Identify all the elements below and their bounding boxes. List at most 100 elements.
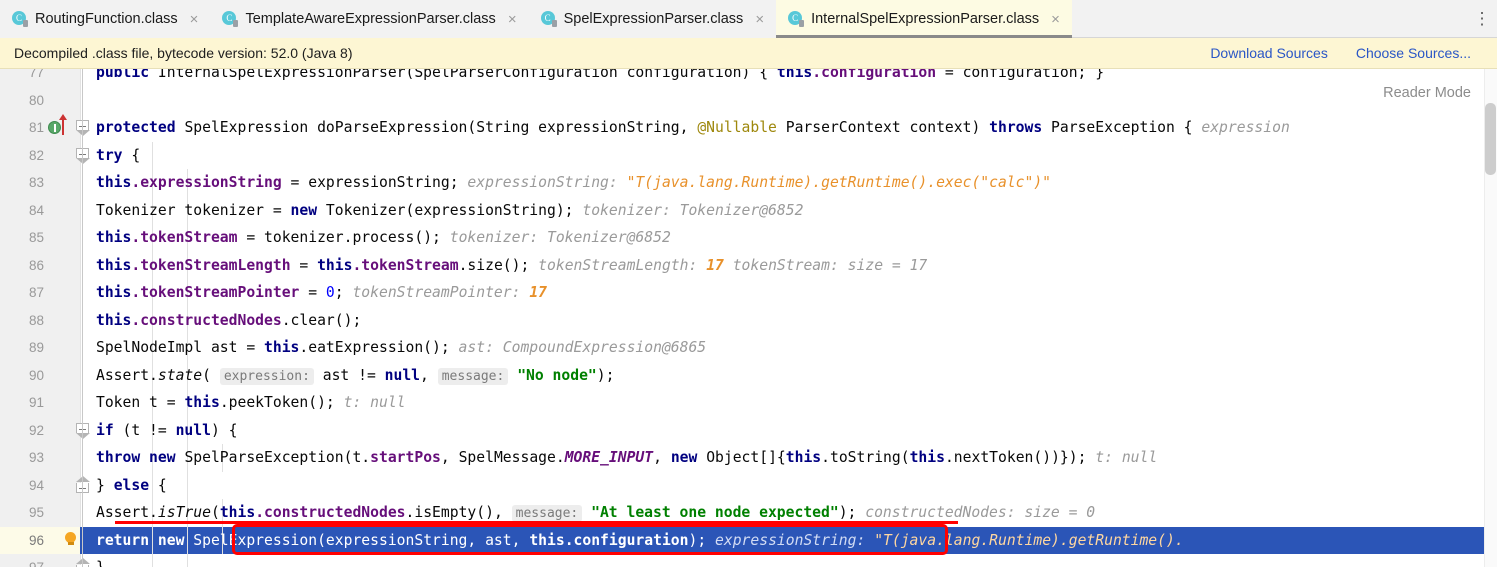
code-line[interactable]: 91 Token t = this.peekToken(); t: null (0, 389, 1497, 417)
line-number: 89 (28, 340, 44, 355)
gutter-marks[interactable] (46, 417, 80, 445)
intention-bulb-icon[interactable] (64, 531, 77, 545)
close-icon[interactable]: × (753, 12, 766, 27)
code-text[interactable]: this.expressionString = expressionString… (96, 169, 1051, 197)
code-line[interactable]: 92 if (t != null) { (0, 416, 1497, 445)
gutter-marks[interactable] (46, 554, 80, 567)
line-number: 90 (28, 367, 44, 383)
gutter-marks[interactable] (46, 362, 80, 390)
code-line[interactable]: 81 protected SpelExpression doParseExpre… (0, 114, 1497, 142)
code-text[interactable]: Assert.state( expression: ast != null, m… (96, 362, 614, 391)
code-token: tokenizer: Tokenizer@6852 (573, 201, 804, 219)
code-token: "No node" (517, 366, 597, 384)
tab-routing-function[interactable]: C RoutingFunction.class × (0, 0, 211, 38)
fold-region-line (82, 471, 83, 499)
code-line[interactable]: 94 } else { (0, 471, 1497, 500)
code-token: .size(); (458, 256, 530, 274)
choose-sources-link[interactable]: Choose Sources... (1356, 45, 1471, 61)
close-icon[interactable]: × (506, 12, 519, 27)
reader-mode-label[interactable]: Reader Mode (1383, 85, 1471, 101)
code-editor[interactable]: 77 public InternalSpelExpressionParser(Sp… (0, 69, 1497, 567)
tab-label: SpelExpressionParser.class (563, 11, 744, 27)
gutter-marks[interactable] (46, 499, 80, 527)
code-line[interactable]: 96 return new SpelExpression(expressionS… (0, 526, 1497, 555)
code-token: tokenStreamLength: (529, 256, 707, 274)
editor-scrollbar-thumb[interactable] (1485, 103, 1496, 175)
code-token: = expressionString; (281, 174, 459, 191)
code-line[interactable]: 90 Assert.state( expression: ast != null… (0, 361, 1497, 391)
code-token: this (96, 256, 132, 274)
fold-region-line (82, 554, 83, 567)
gutter-marks[interactable] (46, 389, 80, 417)
execution-point-icon[interactable] (48, 121, 61, 134)
code-line[interactable]: 80 (0, 86, 1497, 115)
close-icon[interactable]: × (188, 12, 201, 27)
gutter-marks[interactable] (46, 224, 80, 252)
code-token: this (219, 504, 256, 521)
editor-scrollbar-track[interactable] (1484, 69, 1497, 567)
code-text[interactable]: protected SpelExpression doParseExpressi… (96, 114, 1290, 142)
fold-region-line (82, 526, 83, 554)
code-text[interactable]: return new SpelExpression(expressionStri… (96, 527, 1184, 555)
gutter-marks[interactable] (46, 527, 80, 555)
gutter-marks[interactable] (46, 252, 80, 280)
gutter-marks[interactable] (46, 114, 80, 142)
java-class-icon: C (540, 11, 557, 27)
gutter-marks[interactable] (46, 472, 80, 500)
tab-template-aware-expression-parser[interactable]: C TemplateAwareExpressionParser.class × (210, 0, 529, 38)
code-line[interactable]: 85 this.tokenStream = tokenizer.process(… (0, 224, 1497, 252)
code-text[interactable]: Tokenizer tokenizer = new Tokenizer(expr… (96, 197, 803, 225)
code-line[interactable]: 88 this.constructedNodes.clear(); (0, 306, 1497, 335)
code-token: expression (1192, 119, 1290, 136)
code-text[interactable]: this.tokenStream = tokenizer.process(); … (96, 224, 671, 252)
download-sources-link[interactable]: Download Sources (1210, 45, 1328, 61)
code-line[interactable]: 87 this.tokenStreamPointer = 0; tokenStr… (0, 279, 1497, 307)
tab-internal-spel-expression-parser[interactable]: C InternalSpelExpressionParser.class × (776, 0, 1072, 38)
code-text[interactable]: } else { (96, 472, 167, 500)
code-text[interactable]: this.constructedNodes.clear(); (96, 307, 361, 335)
code-token: tokenStream: size = 17 (723, 256, 928, 274)
code-line[interactable]: 83 this.expressionString = expressionStr… (0, 169, 1497, 197)
code-line[interactable]: 86 this.tokenStreamLength = this.tokenSt… (0, 251, 1497, 280)
code-line[interactable]: 82 try { (0, 141, 1497, 170)
code-line[interactable]: 77 public InternalSpelExpressionParser(Sp… (0, 69, 1497, 87)
gutter-marks[interactable] (46, 444, 80, 472)
code-token: expressionString: (706, 531, 875, 549)
gutter-marks[interactable] (46, 87, 80, 115)
gutter-marks[interactable] (46, 197, 80, 225)
code-token: .configuration (564, 531, 689, 549)
code-token: ast != (313, 366, 385, 384)
gutter-marks[interactable] (46, 334, 80, 362)
gutter-marks[interactable] (46, 307, 80, 335)
code-text[interactable]: public InternalSpelExpressionParser(Spel… (96, 69, 1104, 87)
code-line[interactable]: 89 SpelNodeImpl ast = this.eatExpression… (0, 334, 1497, 362)
code-text[interactable]: Token t = this.peekToken(); t: null (96, 389, 406, 417)
code-token: ); (596, 366, 615, 384)
vertical-dots-icon[interactable]: ⋮ (1467, 0, 1497, 38)
gutter-marks[interactable] (46, 142, 80, 170)
method-override-arrow-icon[interactable] (59, 114, 67, 135)
code-text[interactable]: throw new SpelParseException(t.startPos,… (96, 444, 1157, 472)
code-text[interactable]: if (t != null) { (96, 417, 238, 445)
code-text[interactable]: this.tokenStreamLength = this.tokenStrea… (96, 252, 927, 280)
code-line[interactable]: 93 throw new SpelParseException(t.startP… (0, 444, 1497, 472)
tab-spel-expression-parser[interactable]: C SpelExpressionParser.class × (528, 0, 777, 38)
code-line[interactable]: 84 Tokenizer tokenizer = new Tokenizer(e… (0, 196, 1497, 225)
code-token: ; (334, 284, 344, 301)
fold-region-line (82, 224, 83, 252)
code-line[interactable]: 97 } (0, 554, 1497, 567)
code-token: .nextToken())}); (944, 449, 1087, 466)
gutter-marks[interactable] (46, 279, 80, 307)
fold-region-line (82, 416, 83, 444)
code-text[interactable]: this.tokenStreamPointer = 0; tokenStream… (96, 279, 547, 307)
code-text[interactable]: SpelNodeImpl ast = this.eatExpression();… (96, 334, 706, 362)
code-text[interactable]: } (96, 554, 105, 567)
code-text[interactable]: try { (96, 142, 140, 170)
close-icon[interactable]: × (1049, 12, 1062, 27)
gutter-marks[interactable] (46, 169, 80, 197)
code-token: try (96, 146, 132, 164)
code-token: return new (96, 531, 194, 549)
gutter-marks[interactable] (46, 69, 80, 87)
line-number: 91 (28, 395, 44, 410)
